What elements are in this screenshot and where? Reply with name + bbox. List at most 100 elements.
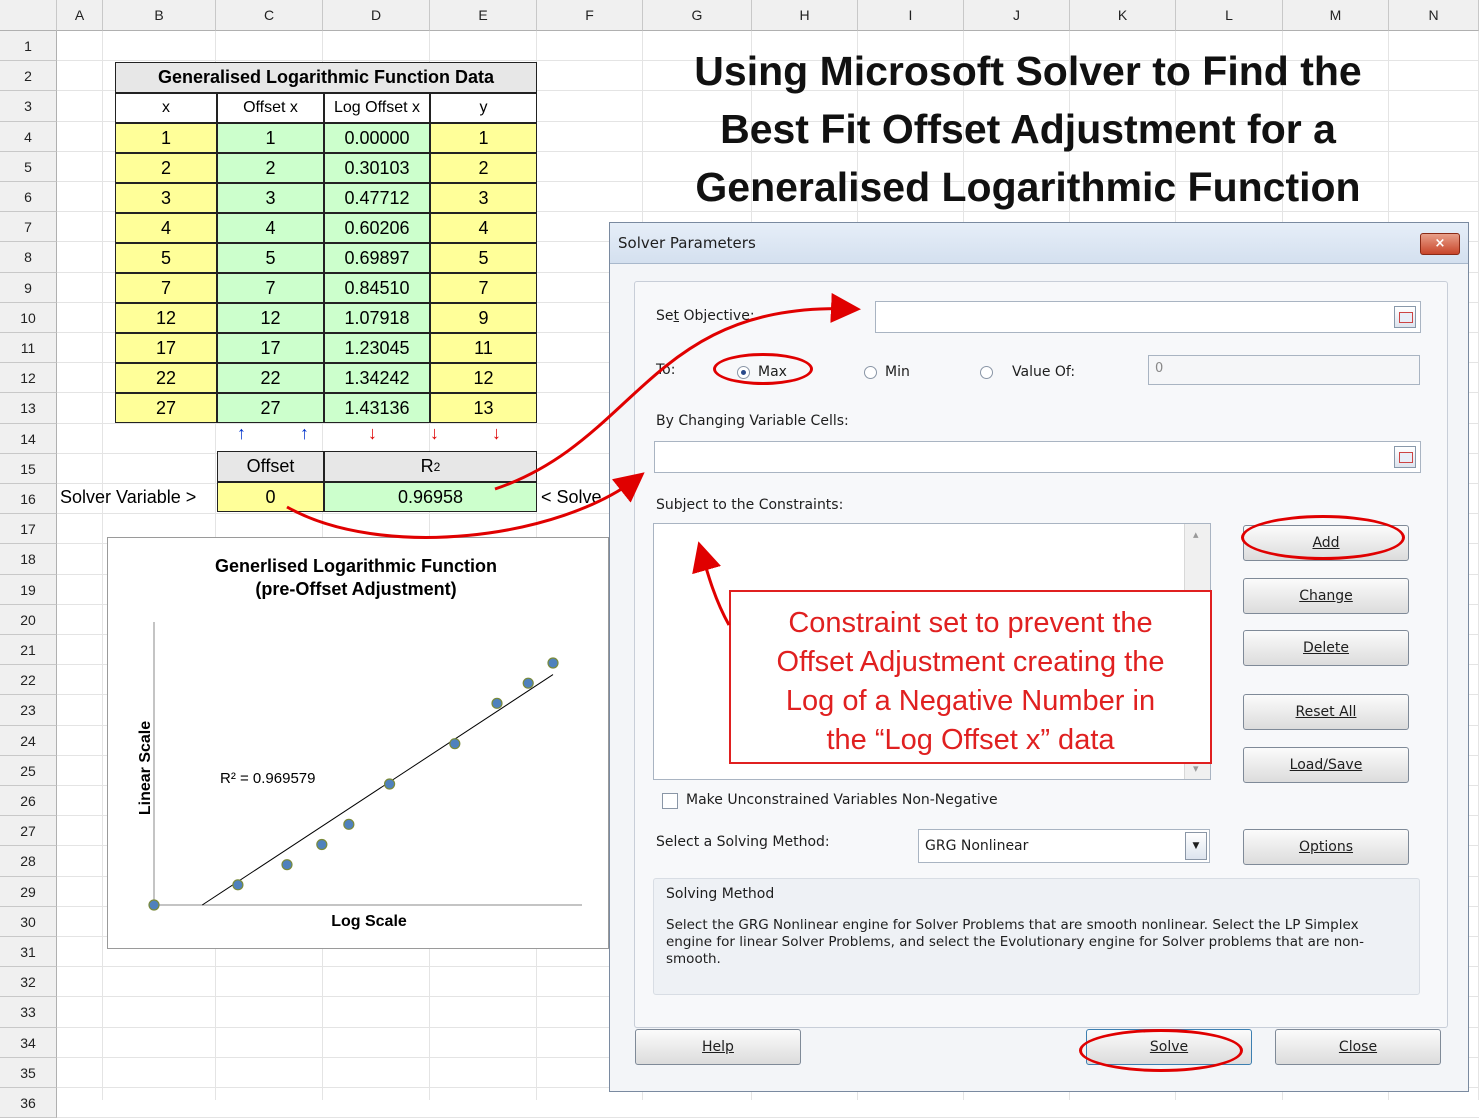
table-cell[interactable]: 7	[217, 273, 324, 303]
data-point[interactable]	[547, 657, 559, 669]
table-cell[interactable]: 3	[217, 183, 324, 213]
row-header-5[interactable]: 5	[0, 151, 57, 182]
table-cell[interactable]: 17	[115, 333, 217, 363]
table-cell[interactable]: 0.30103	[324, 153, 430, 183]
table-cell[interactable]: 2	[430, 153, 537, 183]
row-header-4[interactable]: 4	[0, 121, 57, 152]
table-cell[interactable]: 1	[115, 123, 217, 153]
row-header-32[interactable]: 32	[0, 967, 57, 998]
column-header-n[interactable]: N	[1389, 0, 1479, 31]
value-of-radio[interactable]	[980, 366, 993, 379]
close-button[interactable]: Close	[1275, 1029, 1441, 1065]
table-cell[interactable]: 2	[115, 153, 217, 183]
data-point[interactable]	[343, 818, 355, 830]
row-header-11[interactable]: 11	[0, 333, 57, 364]
table-cell[interactable]: 0.84510	[324, 273, 430, 303]
dialog-titlebar[interactable]: Solver Parameters ×	[610, 223, 1468, 264]
row-header-9[interactable]: 9	[0, 272, 57, 303]
table-cell[interactable]: 27	[115, 393, 217, 423]
non-negative-checkbox[interactable]	[662, 793, 678, 809]
table-cell[interactable]: 0.00000	[324, 123, 430, 153]
range-picker-icon[interactable]	[1394, 306, 1416, 328]
column-header-b[interactable]: B	[103, 0, 216, 31]
row-header-17[interactable]: 17	[0, 514, 57, 545]
table-cell[interactable]: 9	[430, 303, 537, 333]
row-header-2[interactable]: 2	[0, 61, 57, 92]
row-header-6[interactable]: 6	[0, 182, 57, 213]
column-header-k[interactable]: K	[1070, 0, 1176, 31]
row-header-13[interactable]: 13	[0, 393, 57, 424]
table-cell[interactable]: 12	[217, 303, 324, 333]
table-cell[interactable]: 1.23045	[324, 333, 430, 363]
row-header-8[interactable]: 8	[0, 242, 57, 273]
load-save-button[interactable]: Load/Save	[1243, 747, 1409, 783]
row-header-14[interactable]: 14	[0, 423, 57, 454]
changing-cells-input[interactable]	[654, 441, 1421, 473]
row-header-18[interactable]: 18	[0, 544, 57, 575]
row-header-31[interactable]: 31	[0, 937, 57, 968]
column-header-l[interactable]: L	[1176, 0, 1283, 31]
value-of-input[interactable]: 0	[1148, 355, 1420, 385]
set-objective-input[interactable]	[875, 301, 1421, 333]
table-cell[interactable]: 17	[217, 333, 324, 363]
data-point[interactable]	[383, 778, 396, 790]
row-header-25[interactable]: 25	[0, 755, 57, 786]
table-cell[interactable]: 22	[217, 363, 324, 393]
table-cell[interactable]: 5	[430, 243, 537, 273]
data-point[interactable]	[449, 738, 461, 750]
table-cell[interactable]: 3	[430, 183, 537, 213]
table-cell[interactable]: 1.34242	[324, 363, 430, 393]
row-header-7[interactable]: 7	[0, 212, 57, 243]
column-header-h[interactable]: H	[752, 0, 858, 31]
row-header-3[interactable]: 3	[0, 91, 57, 122]
row-header-20[interactable]: 20	[0, 604, 57, 635]
data-point[interactable]	[316, 838, 328, 851]
table-cell[interactable]: 7	[115, 273, 217, 303]
table-cell[interactable]: 12	[430, 363, 537, 393]
row-header-33[interactable]: 33	[0, 997, 57, 1028]
table-cell[interactable]: 7	[430, 273, 537, 303]
options-button[interactable]: Options	[1243, 829, 1409, 865]
reset-all-button[interactable]: Reset All	[1243, 694, 1409, 730]
row-header-12[interactable]: 12	[0, 363, 57, 394]
table-cell[interactable]: 1	[430, 123, 537, 153]
delete-button[interactable]: Delete	[1243, 630, 1409, 666]
data-point[interactable]	[148, 899, 160, 911]
table-cell[interactable]: 27	[217, 393, 324, 423]
row-header-15[interactable]: 15	[0, 453, 57, 484]
table-cell[interactable]: 11	[430, 333, 537, 363]
table-cell[interactable]: 22	[115, 363, 217, 393]
row-header-28[interactable]: 28	[0, 846, 57, 877]
column-header-m[interactable]: M	[1283, 0, 1389, 31]
close-icon[interactable]: ×	[1420, 233, 1460, 255]
data-point[interactable]	[491, 697, 503, 709]
column-header-c[interactable]: C	[216, 0, 323, 31]
solving-method-select[interactable]: GRG Nonlinear ▼	[918, 829, 1210, 863]
help-button[interactable]: Help	[635, 1029, 801, 1065]
range-picker-icon-2[interactable]	[1394, 446, 1416, 468]
table-cell[interactable]: 4	[115, 213, 217, 243]
scatter-chart[interactable]: Generlised Logarithmic Function (pre-Off…	[107, 537, 609, 949]
data-point[interactable]	[522, 677, 534, 689]
row-header-29[interactable]: 29	[0, 876, 57, 907]
column-header-e[interactable]: E	[430, 0, 537, 31]
row-header-35[interactable]: 35	[0, 1057, 57, 1088]
chevron-down-icon[interactable]: ▼	[1185, 832, 1207, 860]
table-cell[interactable]: 1.07918	[324, 303, 430, 333]
table-cell[interactable]: 4	[430, 213, 537, 243]
row-header-16[interactable]: 16	[0, 484, 57, 515]
row-header-24[interactable]: 24	[0, 725, 57, 756]
column-header-i[interactable]: I	[858, 0, 964, 31]
row-header-30[interactable]: 30	[0, 906, 57, 937]
table-cell[interactable]: 0.47712	[324, 183, 430, 213]
r2-value-cell[interactable]: 0.96958	[324, 482, 537, 512]
table-cell[interactable]: 12	[115, 303, 217, 333]
select-all-corner[interactable]	[0, 0, 57, 31]
table-cell[interactable]: 0.60206	[324, 213, 430, 243]
data-point[interactable]	[281, 859, 293, 871]
row-header-21[interactable]: 21	[0, 635, 57, 666]
table-cell[interactable]: 1.43136	[324, 393, 430, 423]
table-cell[interactable]: 5	[115, 243, 217, 273]
column-header-f[interactable]: F	[537, 0, 643, 31]
row-header-10[interactable]: 10	[0, 302, 57, 333]
